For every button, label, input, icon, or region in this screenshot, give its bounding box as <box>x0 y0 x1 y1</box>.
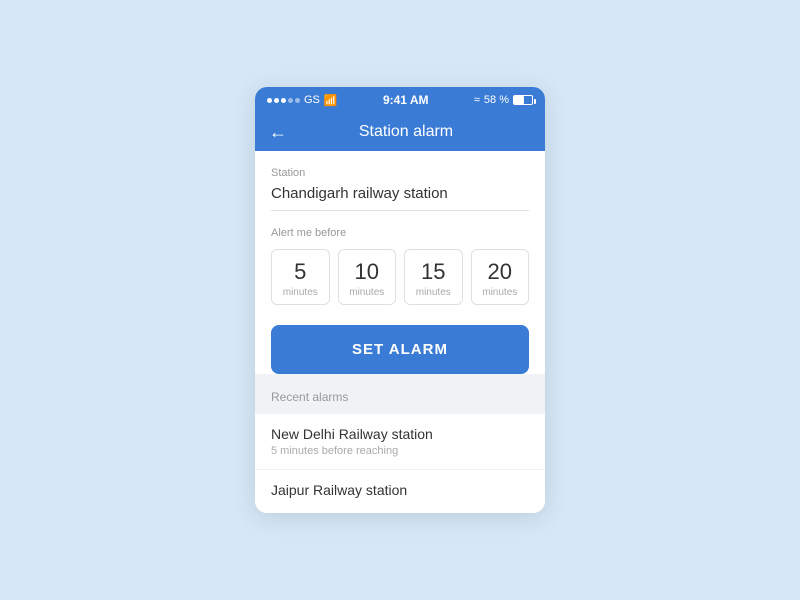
alarm-item-name-0: New Delhi Railway station <box>271 426 529 442</box>
time-unit-15: minutes <box>409 287 458 298</box>
time-unit-5: minutes <box>276 287 325 298</box>
wifi-icon: 📶 <box>324 94 338 107</box>
time-option-5[interactable]: 5 minutes <box>271 249 330 304</box>
time-option-15[interactable]: 15 minutes <box>404 249 463 304</box>
battery-fill <box>514 96 524 104</box>
alert-label: Alert me before <box>271 227 529 239</box>
nav-bar: ← Station alarm <box>255 113 545 151</box>
time-number-10: 10 <box>343 260 392 284</box>
wifi-signal-icon: ≈ <box>474 94 480 106</box>
time-number-5: 5 <box>276 260 325 284</box>
station-field-label: Station <box>271 167 529 179</box>
time-unit-10: minutes <box>343 287 392 298</box>
time-unit-20: minutes <box>476 287 525 298</box>
status-left: GS 📶 <box>267 94 338 107</box>
nav-title: Station alarm <box>299 123 531 141</box>
time-options: 5 minutes 10 minutes 15 minutes 20 minut… <box>271 249 529 304</box>
alarm-item-0[interactable]: New Delhi Railway station 5 minutes befo… <box>255 414 545 470</box>
alarm-item-name-1: Jaipur Railway station <box>271 482 529 498</box>
battery-label: 58 % <box>484 94 509 106</box>
time-number-20: 20 <box>476 260 525 284</box>
alarm-item-1[interactable]: Jaipur Railway station <box>255 470 545 513</box>
main-content: Station Chandigarh railway station Alert… <box>255 151 545 373</box>
battery-icon <box>513 95 533 105</box>
recent-label: Recent alarms <box>271 390 348 404</box>
time-option-10[interactable]: 10 minutes <box>338 249 397 304</box>
time-option-20[interactable]: 20 minutes <box>471 249 530 304</box>
station-name: Chandigarh railway station <box>271 185 529 211</box>
time-display: 9:41 AM <box>383 93 429 107</box>
carrier-label: GS <box>304 94 320 106</box>
alarm-item-sub-0: 5 minutes before reaching <box>271 445 529 457</box>
set-alarm-button[interactable]: SET ALARM <box>271 325 529 374</box>
status-right: ≈ 58 % <box>474 94 533 106</box>
divider-section: Recent alarms <box>255 374 545 414</box>
back-button[interactable]: ← <box>269 123 287 141</box>
alarm-list: New Delhi Railway station 5 minutes befo… <box>255 414 545 513</box>
signal-dots <box>267 98 300 103</box>
status-bar: GS 📶 9:41 AM ≈ 58 % <box>255 87 545 113</box>
time-number-15: 15 <box>409 260 458 284</box>
phone-frame: GS 📶 9:41 AM ≈ 58 % ← Station alarm Stat… <box>255 87 545 512</box>
